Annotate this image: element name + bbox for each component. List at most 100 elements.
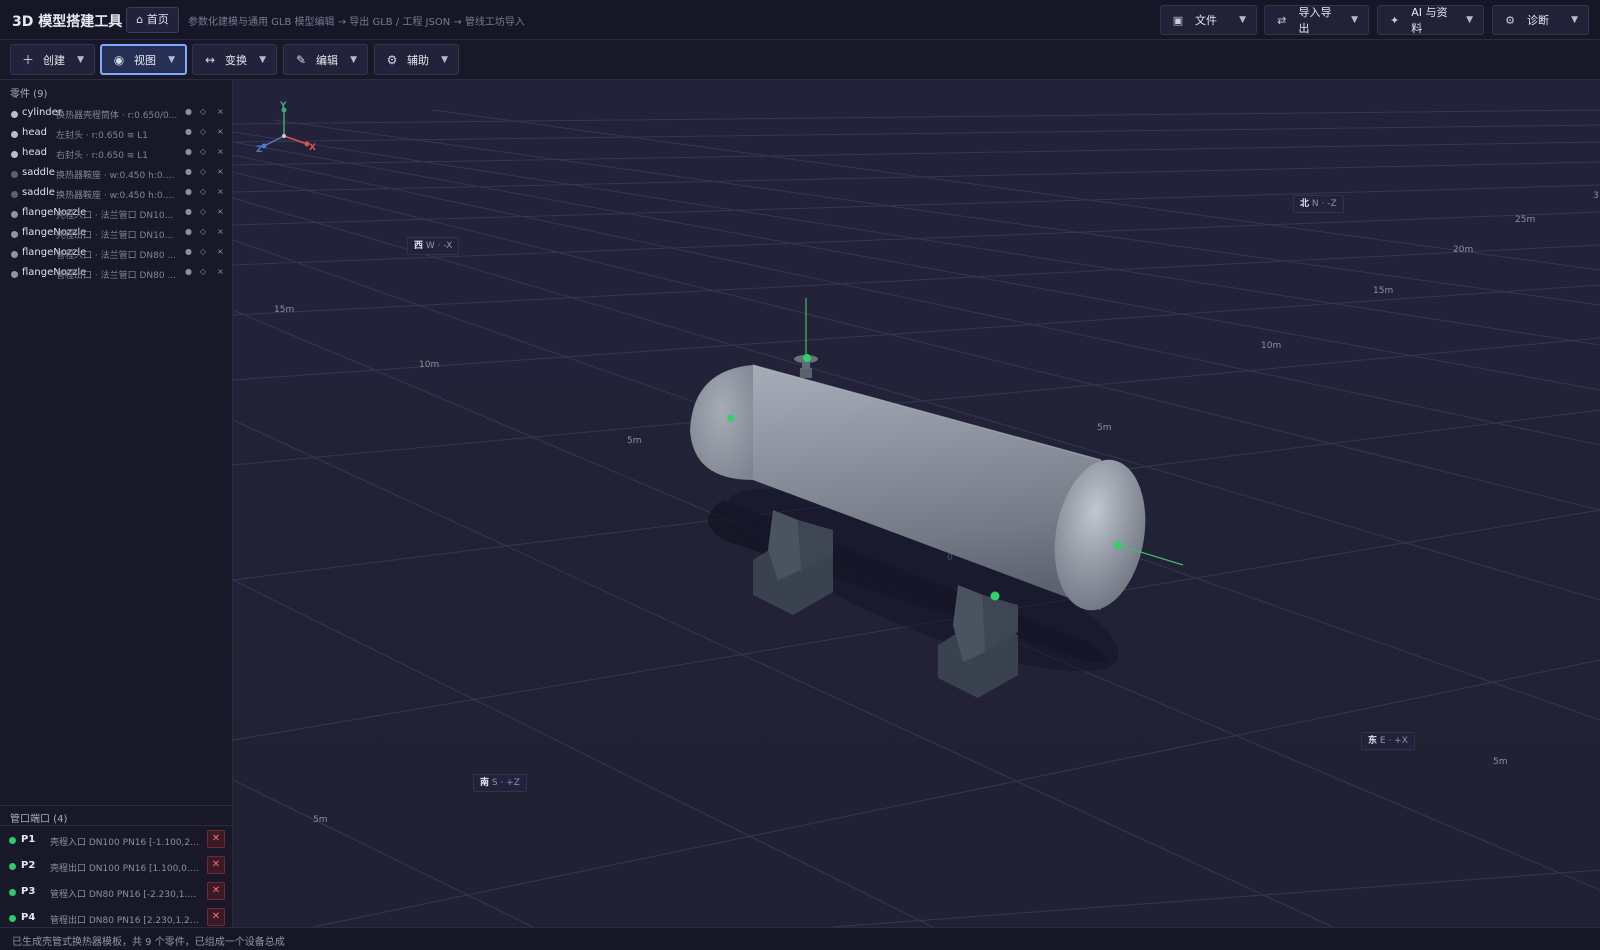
grid-label: 10m	[419, 360, 439, 370]
transform-tool-button[interactable]: ↔ 变换 ▼	[192, 44, 277, 75]
scene-canvas[interactable]: 25m 20m 15m 10m 5m 15m 10m 5m 0 5m 5m 3	[233, 80, 1600, 927]
view-tool-button[interactable]: ◉ 视图 ▼	[100, 44, 187, 75]
delete-port-button[interactable]: ✕	[207, 908, 225, 926]
delete-port-button[interactable]: ✕	[207, 882, 225, 900]
part-row[interactable]: head 左封头 · r:0.650 ≡ L1 ● ◇ ×	[0, 124, 233, 144]
visibility-icon[interactable]: ●	[185, 107, 192, 116]
part-color-dot	[11, 271, 18, 278]
visibility-icon[interactable]: ●	[185, 167, 192, 176]
compass-south: 南 S · +Z	[473, 774, 527, 792]
chevron-down-icon: ▼	[77, 54, 84, 65]
delete-icon[interactable]: ×	[217, 147, 224, 156]
edit-tool-label: 编辑	[316, 53, 338, 67]
part-row[interactable]: flangeNozzle 管程出口 · 法兰管口 DN80 ... ● ◇ ×	[0, 264, 233, 284]
port-description: 壳程入口 DN100 PN16 [-1.100,2.10...	[50, 838, 200, 848]
edit-tool-button[interactable]: ✎ 编辑 ▼	[283, 44, 368, 75]
port-marker-p3	[727, 414, 735, 422]
part-color-dot	[11, 191, 18, 198]
create-tool-button[interactable]: ＋ 创建 ▼	[10, 44, 95, 75]
file-menu-button[interactable]: ▣ 文件 ▼	[1160, 5, 1257, 35]
grid-label: 15m	[1373, 286, 1393, 296]
select-icon[interactable]: ◇	[200, 227, 206, 236]
part-row[interactable]: saddle 换热器鞍座 · w:0.450 h:0.6... ● ◇ ×	[0, 184, 233, 204]
port-id: P3	[21, 886, 36, 897]
part-row[interactable]: flangeNozzle 壳程入口 · 法兰管口 DN100... ● ◇ ×	[0, 204, 233, 224]
visibility-icon[interactable]: ●	[185, 267, 192, 276]
select-icon[interactable]: ◇	[200, 127, 206, 136]
delete-port-button[interactable]: ✕	[207, 830, 225, 848]
visibility-icon[interactable]: ●	[185, 187, 192, 196]
part-row[interactable]: saddle 换热器鞍座 · w:0.450 h:0.6... ● ◇ ×	[0, 164, 233, 184]
chevron-down-icon: ▼	[1239, 15, 1246, 25]
port-row[interactable]: P2 壳程出口 DN100 PN16 [1.100,0.39... ✕	[0, 854, 233, 880]
3d-viewport[interactable]: 25m 20m 15m 10m 5m 15m 10m 5m 0 5m 5m 3	[233, 80, 1600, 927]
delete-icon[interactable]: ×	[217, 127, 224, 136]
visibility-icon[interactable]: ●	[185, 207, 192, 216]
port-row[interactable]: P3 管程入口 DN80 PN16 [-2.230,1.25... ✕	[0, 880, 233, 906]
part-description: 换热器鞍座 · w:0.450 h:0.6...	[56, 171, 178, 181]
diagnose-menu-label: 诊断	[1527, 14, 1549, 27]
compass-north-main: 北	[1300, 199, 1310, 209]
part-row[interactable]: flangeNozzle 壳程出口 · 法兰管口 DN100... ● ◇ ×	[0, 224, 233, 244]
grid-label: 5m	[1097, 423, 1112, 433]
helper-tool-button[interactable]: ⚙ 辅助 ▼	[374, 44, 459, 75]
axis-label-x: X	[309, 143, 316, 153]
grid-label: 15m	[274, 305, 294, 315]
part-row[interactable]: cylinder 换热器壳程筒体 · r:0.650/0... ● ◇ ×	[0, 104, 233, 124]
visibility-icon[interactable]: ●	[185, 127, 192, 136]
part-row[interactable]: head 右封头 · r:0.650 ≡ L1 ● ◇ ×	[0, 144, 233, 164]
diagnose-menu-button[interactable]: ⚙ 诊断 ▼	[1492, 5, 1589, 35]
helper-tool-label: 辅助	[407, 53, 429, 67]
grid-label: 25m	[1515, 215, 1535, 225]
panel-divider	[0, 805, 233, 806]
delete-icon[interactable]: ×	[217, 187, 224, 196]
delete-icon[interactable]: ×	[217, 267, 224, 276]
part-name: saddle	[22, 167, 55, 178]
port-row[interactable]: P1 壳程入口 DN100 PN16 [-1.100,2.10... ✕	[0, 828, 233, 854]
select-icon[interactable]: ◇	[200, 247, 206, 256]
compass-west-main: 西	[414, 241, 424, 251]
port-status-dot	[9, 837, 16, 844]
view-icon: ◉	[113, 52, 125, 67]
sparkle-icon: ✦	[1390, 13, 1400, 27]
delete-icon[interactable]: ×	[217, 227, 224, 236]
delete-port-button[interactable]: ✕	[207, 856, 225, 874]
select-icon[interactable]: ◇	[200, 267, 206, 276]
compass-north-detail: N · -Z	[1311, 199, 1337, 209]
compass-east: 东 E · +X	[1361, 732, 1415, 750]
select-icon[interactable]: ◇	[200, 107, 206, 116]
import-export-menu-label: 导入导出	[1298, 6, 1332, 35]
select-icon[interactable]: ◇	[200, 207, 206, 216]
gear-icon: ⚙	[1505, 13, 1515, 27]
part-color-dot	[11, 111, 18, 118]
visibility-icon[interactable]: ●	[185, 247, 192, 256]
select-icon[interactable]: ◇	[200, 147, 206, 156]
delete-icon[interactable]: ×	[217, 107, 224, 116]
app-subtitle: 参数化建模与通用 GLB 模型编辑 → 导出 GLB / 工程 JSON → 管…	[188, 17, 525, 28]
port-id: P2	[21, 860, 36, 871]
delete-icon[interactable]: ×	[217, 247, 224, 256]
app-title: 3D 模型搭建工具	[12, 14, 123, 30]
part-description: 右封头 · r:0.650 ≡ L1	[56, 151, 148, 161]
create-tool-label: 创建	[43, 53, 65, 67]
axis-label-z: Z	[256, 145, 263, 155]
visibility-icon[interactable]: ●	[185, 147, 192, 156]
visibility-icon[interactable]: ●	[185, 227, 192, 236]
part-name: head	[22, 127, 47, 138]
select-icon[interactable]: ◇	[200, 187, 206, 196]
delete-icon[interactable]: ×	[217, 207, 224, 216]
select-icon[interactable]: ◇	[200, 167, 206, 176]
ai-menu-button[interactable]: ✦ AI 与资料 ▼	[1377, 5, 1484, 35]
port-marker-p1	[803, 354, 811, 362]
delete-icon[interactable]: ×	[217, 167, 224, 176]
chevron-down-icon: ▼	[441, 54, 448, 65]
chevron-down-icon: ▼	[1466, 15, 1473, 25]
file-menu-label: 文件	[1195, 14, 1217, 27]
part-row[interactable]: flangeNozzle 管程入口 · 法兰管口 DN80 ... ● ◇ ×	[0, 244, 233, 264]
port-status-dot	[9, 915, 16, 922]
gear-icon: ⚙	[386, 52, 398, 67]
left-panel: 零件 (9) cylinder 换热器壳程筒体 · r:0.650/0... ● ◇ ×…	[0, 80, 233, 927]
import-export-menu-button[interactable]: ⇄ 导入导出 ▼	[1264, 5, 1369, 35]
compass-west-detail: W · -X	[425, 241, 453, 251]
home-button[interactable]: ⌂ 首页	[126, 7, 179, 33]
